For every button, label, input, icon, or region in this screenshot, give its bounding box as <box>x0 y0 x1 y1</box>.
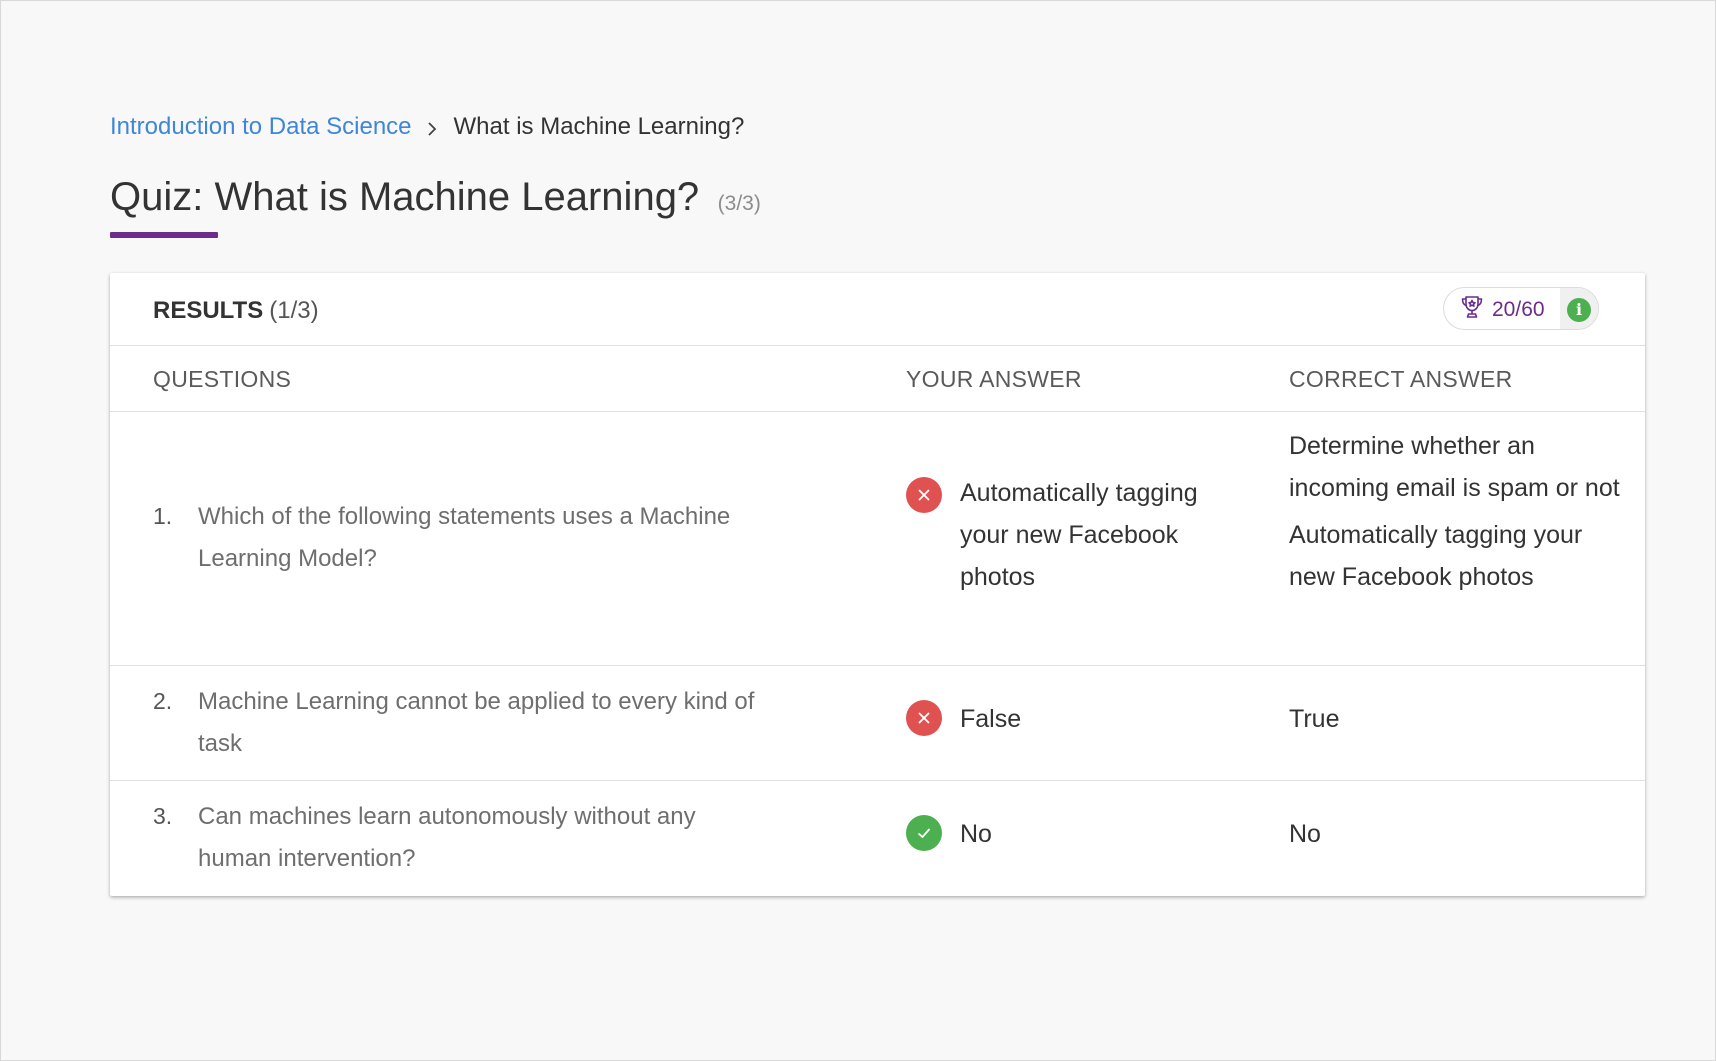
title-underline <box>110 232 218 238</box>
column-header-your-answer: YOUR ANSWER <box>906 366 1082 392</box>
question-number: 2. <box>153 688 173 714</box>
question-text: Which of the following statements uses a… <box>198 503 731 572</box>
correct-answer-item: True <box>1289 705 1340 733</box>
info-icon: i <box>1567 297 1591 322</box>
your-answer: Automatically tagging your new Facebook … <box>960 479 1198 591</box>
correct-answer: True <box>1289 698 1629 740</box>
table-header: QUESTIONS YOUR ANSWER CORRECT ANSWER <box>110 346 1645 412</box>
breadcrumb-course-link[interactable]: Introduction to Data Science <box>110 113 412 141</box>
check-icon <box>906 815 942 851</box>
correct-answer-item: No <box>1289 820 1321 848</box>
results-card: RESULTS (1/3) 20/60 i QUESTIONS YOUR ANS… <box>110 273 1645 896</box>
correct-answer-item: Determine whether an incoming email is s… <box>1289 432 1620 502</box>
question-text: Machine Learning cannot be applied to ev… <box>198 688 755 757</box>
page-title-block: Quiz: What is Machine Learning? (3/3) <box>110 175 761 220</box>
incorrect-icon <box>906 477 942 513</box>
results-title: RESULTS (1/3) <box>153 297 319 325</box>
question-text: Can machines learn autonomously without … <box>198 803 696 872</box>
your-answer: No <box>960 820 992 848</box>
score-badge[interactable]: 20/60 i <box>1443 287 1599 330</box>
info-button[interactable]: i <box>1560 288 1598 329</box>
results-label: RESULTS <box>153 297 264 324</box>
quiz-progress: (3/3) <box>717 192 761 215</box>
breadcrumb: Introduction to Data Science What is Mac… <box>110 113 744 141</box>
question-number: 1. <box>153 503 173 529</box>
table-row: 3. Can machines learn autonomously witho… <box>110 781 1645 896</box>
your-answer: False <box>960 705 1022 733</box>
trophy-icon <box>1458 293 1486 326</box>
table-row: 2. Machine Learning cannot be applied to… <box>110 666 1645 781</box>
results-header: RESULTS (1/3) 20/60 i <box>110 273 1645 346</box>
chevron-right-icon <box>424 116 440 136</box>
correct-answer-item: Automatically tagging your new Facebook … <box>1289 521 1583 591</box>
incorrect-icon <box>906 700 942 736</box>
score-value: 20/60 <box>1492 297 1545 321</box>
table-row: 1. Which of the following statements use… <box>110 412 1645 666</box>
column-header-questions: QUESTIONS <box>153 366 292 392</box>
question-number: 3. <box>153 803 173 829</box>
breadcrumb-current: What is Machine Learning? <box>453 113 745 140</box>
column-header-correct-answer: CORRECT ANSWER <box>1289 366 1513 392</box>
correct-answer: No <box>1289 813 1629 855</box>
results-count: (1/3) <box>269 297 319 324</box>
correct-answer: Determine whether an incoming email is s… <box>1289 425 1629 598</box>
quiz-results-page: Introduction to Data Science What is Mac… <box>0 0 1716 1061</box>
page-title: Quiz: What is Machine Learning? <box>110 175 700 219</box>
